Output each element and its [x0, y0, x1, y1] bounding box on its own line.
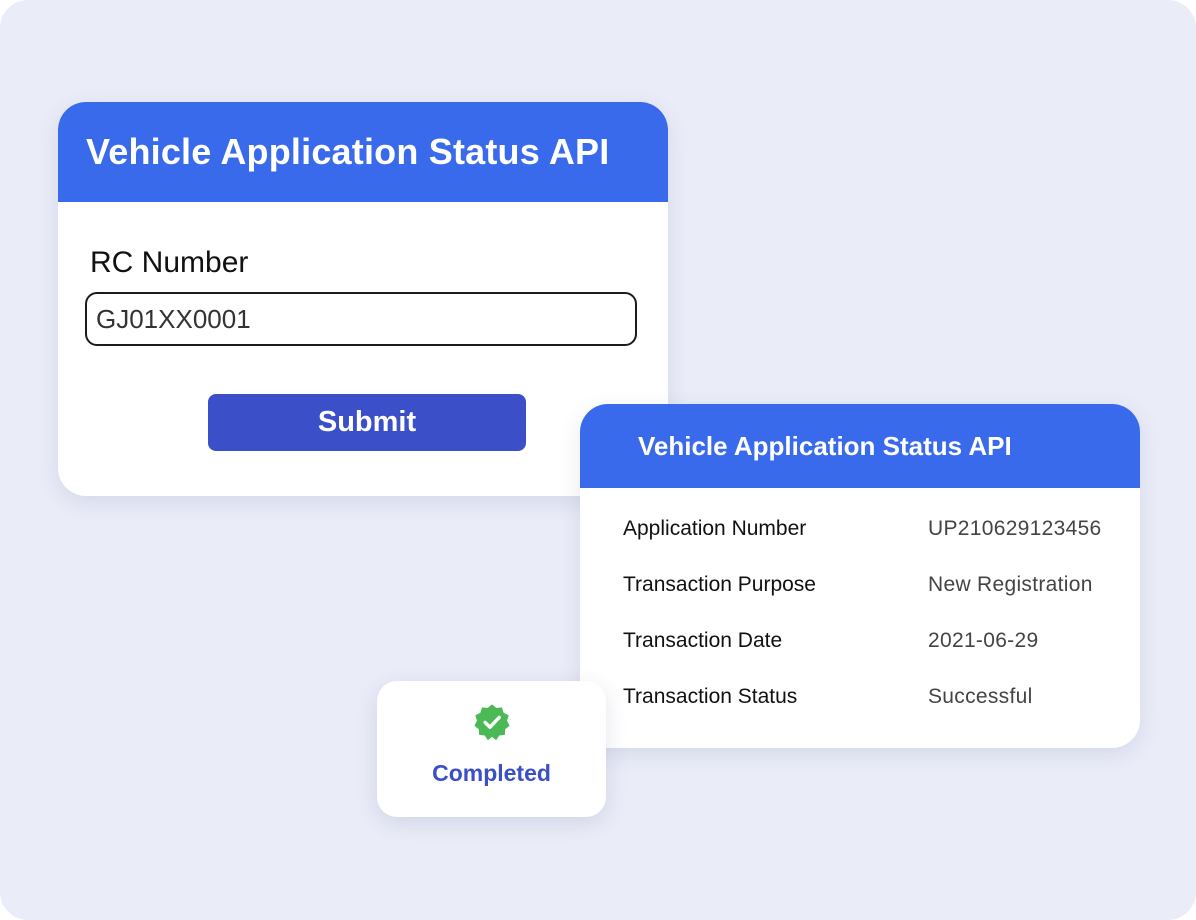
- submit-button[interactable]: Submit: [208, 394, 526, 451]
- result-row-value: UP210629123456: [928, 517, 1102, 540]
- result-card-title: Vehicle Application Status API: [638, 430, 1012, 461]
- result-row-value: 2021-06-29: [928, 629, 1039, 652]
- result-card: Vehicle Application Status API Applicati…: [580, 404, 1140, 748]
- result-card-header: Vehicle Application Status API: [580, 404, 1140, 488]
- result-row-value: New Registration: [928, 573, 1093, 596]
- result-row-transaction-purpose: Transaction Purpose New Registration: [623, 573, 1120, 629]
- result-row-label: Transaction Purpose: [623, 573, 816, 596]
- form-card-title: Vehicle Application Status API: [86, 131, 610, 172]
- result-row-value: Successful: [928, 685, 1033, 708]
- result-details-list: Application Number UP210629123456 Transa…: [623, 517, 1120, 741]
- result-row-label: Transaction Status: [623, 685, 798, 708]
- rc-lookup-form-card: Vehicle Application Status API RC Number…: [58, 102, 668, 496]
- page-background: Vehicle Application Status API RC Number…: [0, 0, 1196, 920]
- result-row-application-number: Application Number UP210629123456: [623, 517, 1120, 573]
- result-row-transaction-date: Transaction Date 2021-06-29: [623, 629, 1120, 685]
- verified-check-icon: [474, 704, 510, 741]
- completed-label: Completed: [432, 760, 551, 786]
- rc-number-input[interactable]: [85, 292, 637, 346]
- rc-number-label: RC Number: [90, 246, 249, 279]
- result-row-transaction-status: Transaction Status Successful: [623, 685, 1120, 741]
- result-row-label: Transaction Date: [623, 629, 783, 652]
- result-row-label: Application Number: [623, 517, 807, 540]
- form-card-header: Vehicle Application Status API: [58, 102, 668, 202]
- completed-status-badge: Completed: [377, 681, 606, 817]
